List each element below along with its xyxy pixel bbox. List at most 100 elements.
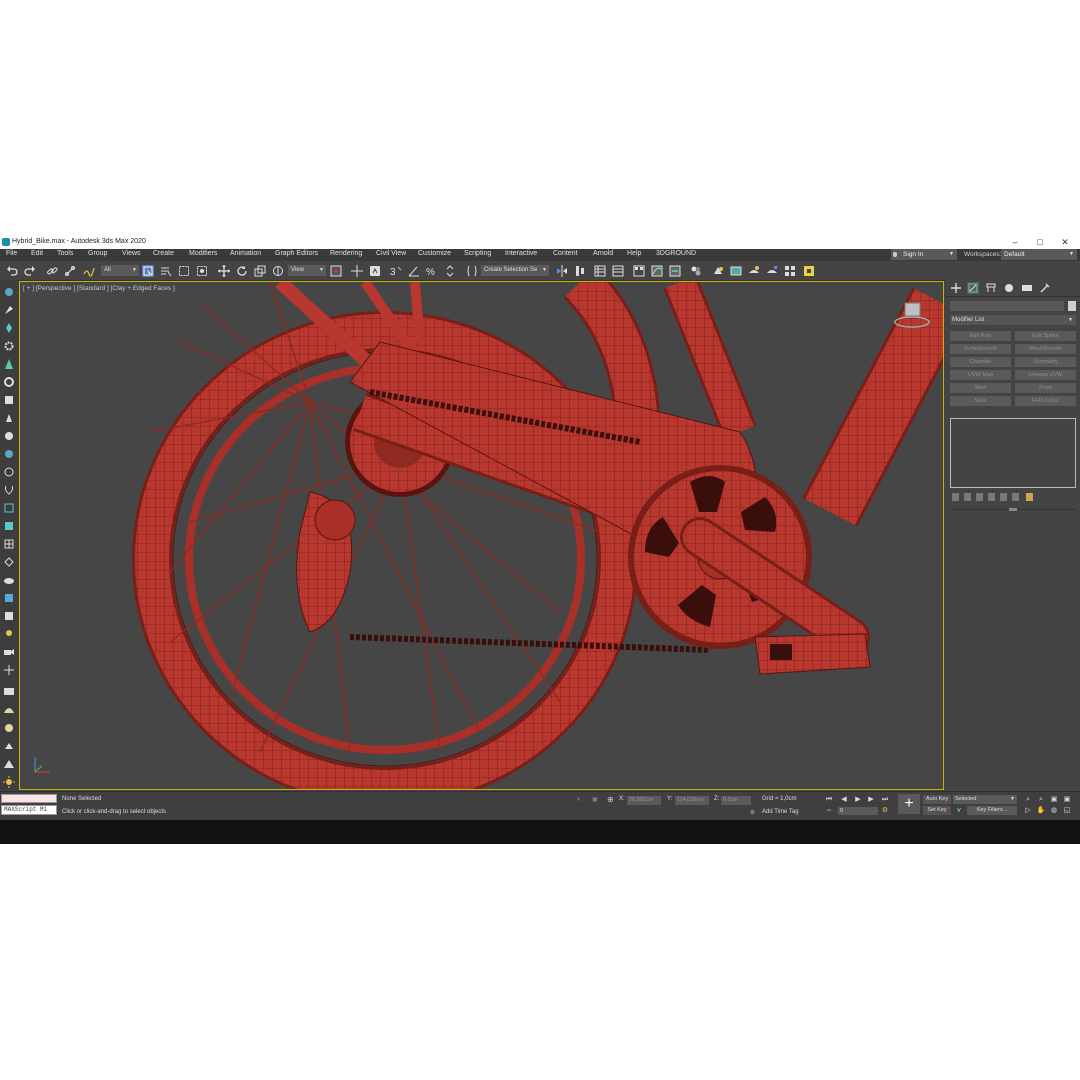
bind-space-warp-icon[interactable] — [83, 265, 95, 277]
camera-icon[interactable] — [3, 646, 15, 658]
panel-resize-grip[interactable] — [1009, 508, 1017, 511]
shell-button[interactable]: Shell — [950, 383, 1011, 393]
pivot-center-icon[interactable] — [330, 265, 342, 277]
gear-icon[interactable] — [3, 340, 15, 352]
meshsmooth-button[interactable]: MeshSmooth — [1015, 344, 1076, 354]
symmetry-button[interactable]: Symmetry — [1015, 357, 1076, 367]
cone-icon[interactable] — [3, 358, 15, 370]
menu-views[interactable]: Views — [122, 250, 141, 257]
move-icon[interactable] — [218, 265, 230, 277]
sun-icon[interactable] — [3, 776, 15, 788]
sign-in-dropdown[interactable]: Sign In ▼ — [891, 249, 957, 260]
object-name-field[interactable] — [950, 301, 1064, 311]
uvw-map-button[interactable]: UVW Map — [950, 370, 1011, 380]
grid-icon[interactable] — [3, 538, 15, 550]
menu-interactive[interactable]: Interactive — [505, 250, 537, 257]
selection-lock-icon[interactable]: ▣ — [592, 796, 598, 803]
auto-key-button[interactable]: Auto Key — [923, 795, 951, 804]
menu-animation[interactable]: Animation — [230, 250, 261, 257]
show-end-result-icon[interactable] — [964, 493, 971, 501]
rendered-frame-window-icon[interactable] — [730, 265, 742, 277]
make-unique-icon[interactable] — [976, 493, 983, 501]
go-to-end-icon[interactable]: ⏭ — [880, 795, 890, 804]
ribbon-toggle-icon[interactable] — [633, 265, 645, 277]
absolute-mode-icon[interactable]: ⊕ — [607, 795, 614, 804]
edit-spline-button[interactable]: Edit Spline — [1015, 331, 1076, 341]
cylinder-icon[interactable] — [3, 502, 15, 514]
menu-rendering[interactable]: Rendering — [330, 250, 362, 257]
menu-3dground[interactable]: 3DGROUND — [656, 250, 696, 257]
mirror-icon[interactable] — [556, 265, 568, 277]
key-filters-button[interactable]: Key Filters... — [967, 806, 1017, 815]
sphere-icon[interactable] — [3, 430, 15, 442]
play-icon[interactable]: ▶ — [853, 795, 863, 804]
viewcube-icon[interactable] — [892, 300, 932, 330]
set-keys-button[interactable]: + — [898, 794, 920, 814]
torus-icon[interactable] — [3, 376, 15, 388]
undo-button[interactable] — [6, 265, 18, 277]
menu-arnold[interactable]: Arnold — [593, 250, 613, 257]
percent-snap-icon[interactable]: % — [426, 265, 438, 278]
time-configuration-icon[interactable]: ⚙ — [880, 806, 890, 815]
scene-explorer-icon[interactable] — [594, 265, 606, 277]
slice-button[interactable]: Slice — [950, 396, 1011, 406]
render-in-cloud-icon[interactable] — [784, 265, 796, 277]
tube-icon[interactable] — [3, 466, 15, 478]
go-to-start-icon[interactable]: ⏮ — [824, 795, 834, 804]
curve-editor-icon[interactable] — [651, 265, 663, 277]
shape-icon[interactable] — [3, 610, 15, 622]
perspective-viewport[interactable]: [ + ] [Perspective ] [Standard ] [Clay +… — [19, 281, 944, 790]
menu-help[interactable]: Help — [627, 250, 641, 257]
selection-set-dropdown[interactable]: Selected ▼ — [953, 795, 1017, 804]
add-time-tag-button[interactable]: Add Time Tag — [762, 809, 799, 815]
select-manipulate-icon[interactable] — [351, 265, 363, 277]
plane-icon[interactable] — [3, 520, 15, 532]
display-tab-icon[interactable] — [1021, 282, 1033, 294]
material-editor-icon[interactable] — [690, 265, 702, 277]
environment-icon[interactable] — [3, 758, 15, 770]
pin-stack-icon[interactable] — [952, 493, 959, 501]
motion-tab-icon[interactable] — [1003, 282, 1015, 294]
maxscript-listener-output[interactable] — [1, 794, 57, 803]
unlink-icon[interactable] — [64, 265, 76, 277]
configure-modifier-icon[interactable] — [1026, 493, 1033, 501]
maxscript-mini-listener[interactable]: MAXScript Mi — [1, 805, 57, 815]
hedra-icon[interactable] — [3, 556, 15, 568]
x-coord-field[interactable]: 26,992cm — [627, 796, 661, 805]
edit-poly-button[interactable]: Edit Poly — [950, 331, 1011, 341]
z-coord-field[interactable]: 0,0cm — [721, 796, 751, 805]
rectangular-selection-icon[interactable] — [178, 265, 190, 277]
push-button[interactable]: Push — [1015, 383, 1076, 393]
orbit-icon[interactable]: ◍ — [1049, 806, 1059, 815]
trash-icon[interactable] — [1012, 493, 1019, 501]
menu-group[interactable]: Group — [88, 250, 107, 257]
material-sphere-icon[interactable] — [3, 740, 15, 752]
previous-frame-icon[interactable]: ◀ — [839, 795, 849, 804]
next-frame-icon[interactable]: ▶ — [866, 795, 876, 804]
hierarchy-tab-icon[interactable] — [985, 282, 997, 294]
render-production-icon[interactable] — [748, 265, 760, 277]
a360-gallery-icon[interactable] — [803, 265, 815, 277]
close-button[interactable]: ✕ — [1052, 236, 1078, 249]
edit-named-selection-icon[interactable] — [466, 265, 478, 277]
remove-modifier-icon[interactable] — [988, 493, 995, 501]
set-key-button[interactable]: Set Key — [923, 806, 951, 815]
y-coord-field[interactable]: 114,016cm — [675, 796, 709, 805]
zoom-all-icon[interactable]: ⌕ — [1036, 795, 1046, 804]
align-icon[interactable] — [574, 265, 586, 277]
display-icon[interactable] — [3, 686, 15, 698]
modifier-stack[interactable] — [950, 418, 1076, 488]
cloud-icon[interactable] — [3, 574, 15, 586]
menu-customize[interactable]: Customize — [418, 250, 451, 257]
render-iterative-icon[interactable] — [766, 265, 778, 277]
menu-graph-editors[interactable]: Graph Editors — [275, 250, 318, 257]
turbosmooth-button[interactable]: TurboSmooth — [950, 344, 1011, 354]
isolate-selection-icon[interactable]: ✕ — [576, 796, 581, 803]
key-filters-icon[interactable]: ⋎ — [954, 806, 964, 815]
ffd-2x2x2-button[interactable]: FFD 2x2x2 — [1015, 396, 1076, 406]
menu-modifiers[interactable]: Modifiers — [189, 250, 217, 257]
spinner-snap-icon[interactable] — [444, 265, 456, 277]
menu-civil-view[interactable]: Civil View — [376, 250, 406, 257]
modifier-list-dropdown[interactable]: Modifier List ▼ — [950, 315, 1076, 325]
zoom-extents-icon[interactable]: ▣ — [1049, 795, 1059, 804]
